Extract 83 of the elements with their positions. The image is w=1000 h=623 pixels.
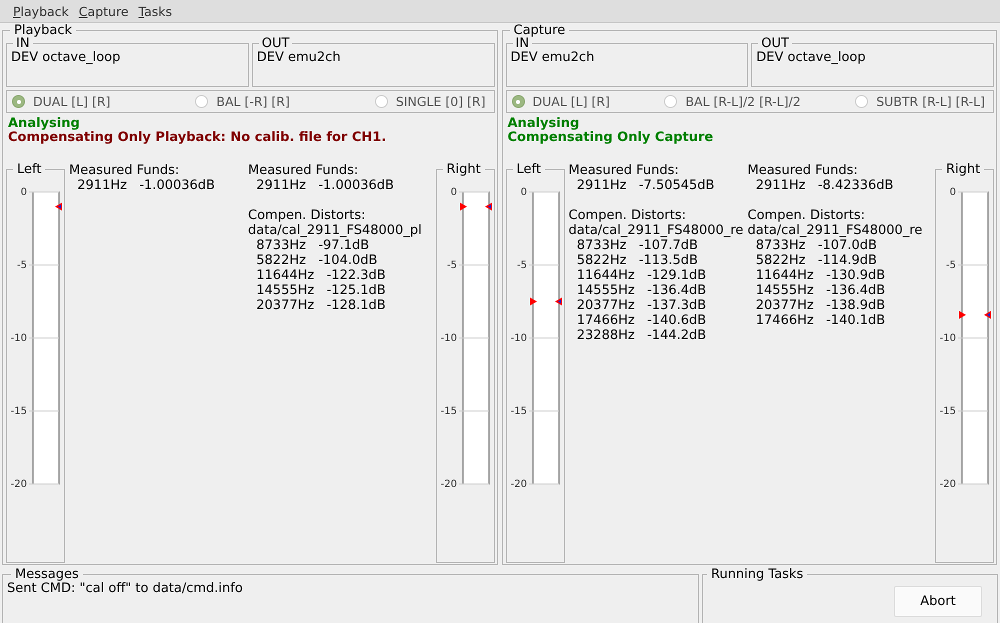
readout-line: data/cal_2911_FS48000_re (748, 223, 924, 238)
status-text: Compensating Only Playback: No calib. file for CH1. (8, 131, 388, 145)
readout-line: 8733Hz -107.7dB (576, 238, 699, 253)
readout-line: 11644Hz -122.3dB (255, 268, 387, 283)
readout-line: Measured Funds: (748, 163, 859, 178)
tick-label: 0 (20, 187, 27, 198)
tick-label: -10 (510, 333, 526, 344)
tick-label: -5 (516, 260, 526, 271)
readout-line: Compen. Distorts: (248, 208, 366, 223)
mode-radio[interactable]: BAL [R-L]/2 [R-L]/2 (664, 94, 801, 109)
readout-line: 14555Hz -136.4dB (754, 283, 886, 298)
device-name: DEV emu2ch (510, 50, 596, 66)
status-text: Analysing (508, 117, 580, 131)
mode-radio[interactable]: BAL [-R] [R] (195, 94, 290, 109)
device-name: DEV octave_loop (11, 50, 122, 66)
group-title: Capture (512, 24, 566, 37)
readout-line: 5822Hz -113.5dB (576, 253, 699, 268)
mode-radio[interactable]: SINGLE [0] [R] (374, 94, 486, 109)
mode-radio[interactable]: DUAL [L] [R] (512, 94, 610, 109)
tick-label: -20 (940, 479, 956, 490)
readout-line: 11644Hz -130.9dB (754, 268, 886, 283)
meter-title: Right (945, 163, 982, 176)
device-label: IN (16, 37, 30, 50)
group-title: Playback (13, 24, 74, 37)
readout-line: 5822Hz -114.9dB (754, 253, 878, 268)
status-text: Analysing (8, 117, 81, 131)
tasks-title: Running Tasks (710, 568, 804, 581)
readout-line: 23288Hz -144.2dB (576, 328, 708, 343)
tick-label: -5 (17, 260, 27, 271)
device-name: DEV emu2ch (256, 50, 342, 66)
tick-label: -15 (940, 406, 956, 417)
meter-title: Right (446, 163, 482, 176)
tick-label: -10 (10, 333, 27, 344)
device-label: OUT (760, 37, 790, 50)
tick-label: -5 (946, 260, 956, 271)
tick-label: -10 (940, 333, 956, 344)
readout-line: 2911Hz -1.00036dB (76, 178, 216, 193)
readout-line: data/cal_2911_FS48000_pl (248, 223, 423, 238)
abort-button[interactable]: Abort (894, 586, 982, 617)
tick-label: -20 (440, 479, 456, 490)
tick-label: 0 (950, 187, 956, 198)
tick-label: 0 (450, 187, 456, 198)
readout-line: 20377Hz -137.3dB (576, 298, 708, 313)
device-label: IN (516, 37, 530, 50)
tick-label: -20 (510, 479, 526, 490)
menu-item[interactable]: Playback (8, 4, 74, 18)
readout-line: 14555Hz -125.1dB (255, 283, 387, 298)
readout-line: Measured Funds: (69, 163, 180, 178)
readout-line: 5822Hz -104.0dB (255, 253, 378, 268)
readout-line: 2911Hz -8.42336dB (754, 178, 894, 193)
readout-line: Measured Funds: (568, 163, 680, 178)
message-text: Sent CMD: "cal off" to data/cmd.info (7, 581, 244, 596)
status-text: Compensating Only Capture (508, 131, 714, 145)
messages-title: Messages (14, 568, 80, 581)
mode-radio[interactable]: SUBTR [R-L] [R-L] (855, 94, 985, 109)
meter-title: Left (16, 163, 42, 176)
tick-label: -20 (10, 479, 27, 490)
tick-label: -15 (10, 406, 27, 417)
readout-line: 20377Hz -138.9dB (754, 298, 886, 313)
menu-item[interactable]: Tasks (134, 4, 178, 18)
tick-label: 0 (520, 187, 526, 198)
readout-line: 17466Hz -140.1dB (754, 313, 886, 328)
readout-line: 20377Hz -128.1dB (255, 298, 387, 313)
tick-label: -10 (440, 333, 456, 344)
device-label: OUT (260, 37, 290, 50)
readout-line: 2911Hz -7.50545dB (576, 178, 716, 193)
readout-line: 11644Hz -129.1dB (576, 268, 708, 283)
readout-line: 17466Hz -140.6dB (576, 313, 708, 328)
readout-line: data/cal_2911_FS48000_re (568, 223, 744, 238)
readout-line: Measured Funds: (248, 163, 360, 178)
menu-item[interactable]: Capture (74, 4, 134, 18)
device-name: DEV octave_loop (756, 50, 867, 66)
readout-line: Compen. Distorts: (568, 208, 687, 223)
readout-line: 2911Hz -1.00036dB (255, 178, 395, 193)
readout-line: Compen. Distorts: (748, 208, 866, 223)
readout-line: 8733Hz -107.0dB (754, 238, 878, 253)
mode-radio[interactable]: DUAL [L] [R] (12, 94, 110, 109)
readout-line: 8733Hz -97.1dB (255, 238, 370, 253)
readout-line: 14555Hz -136.4dB (576, 283, 708, 298)
meter-title: Left (516, 163, 542, 176)
tick-label: -15 (510, 406, 526, 417)
tick-label: -15 (440, 406, 456, 417)
tick-label: -5 (446, 260, 456, 271)
